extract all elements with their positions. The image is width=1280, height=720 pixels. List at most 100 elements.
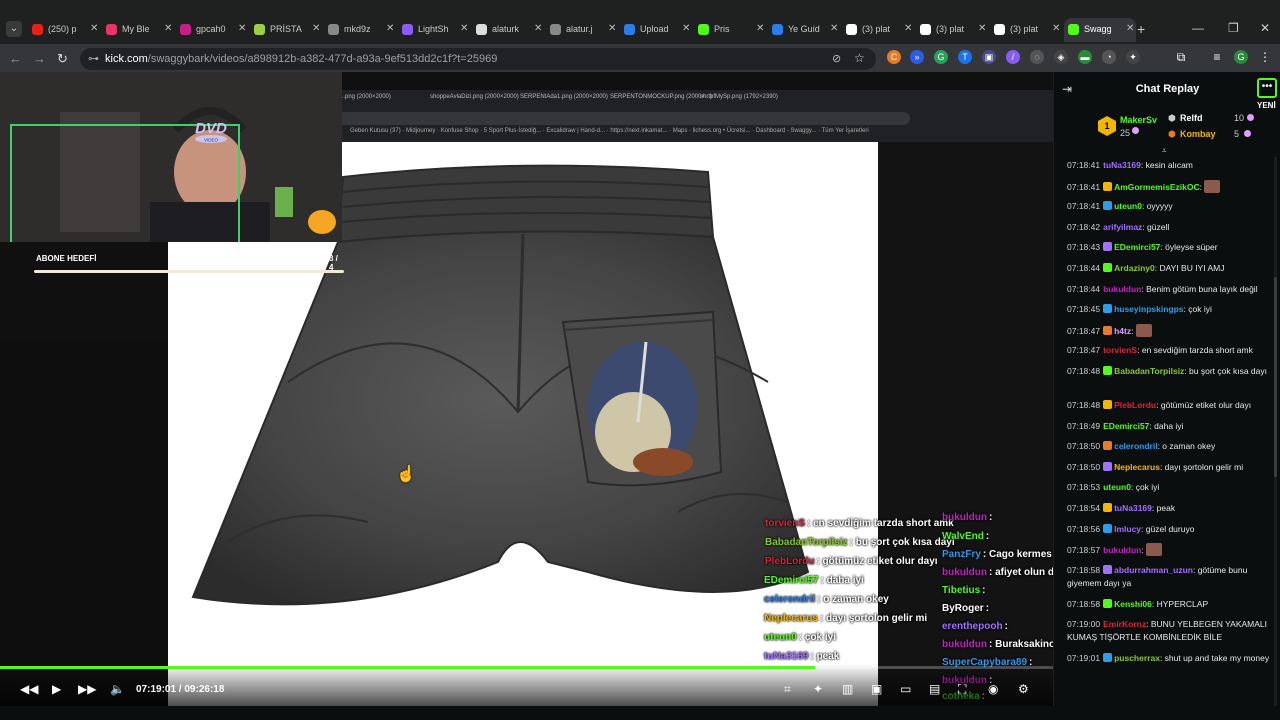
pip-icon[interactable]: ▣ [871,682,882,696]
chat-message[interactable]: 07:18:47 h4tz: [1067,323,1273,338]
minimize-icon[interactable]: — [1192,21,1204,35]
extension-icon-5[interactable]: ▣ [982,50,996,64]
chat-message[interactable]: 07:18:56 lmlucy: güzel duruyo [1067,523,1273,536]
bookmark-star-icon[interactable]: ☆ [854,51,865,65]
chat-username[interactable]: BabadanTorpilsiz [1114,366,1184,376]
tab-close-icon[interactable]: ✕ [460,23,468,34]
chat-username[interactable]: EDemirci57 [1103,421,1149,431]
chat-message[interactable]: 07:18:44 Ardaziny0: DAYI BU IYI AMJ [1067,262,1273,275]
video-player[interactable]: ...png (2000×2000) shoppeAvlaDizi.png (20… [0,72,1053,706]
browser-tab[interactable]: alatur.j ✕ [546,18,618,42]
extension-icon-11[interactable]: ✦ [1126,50,1140,64]
tab-close-icon[interactable]: ✕ [830,23,838,34]
tab-close-icon[interactable]: ✕ [1126,23,1134,34]
tab-close-icon[interactable]: ✕ [90,23,98,34]
rewind-icon[interactable]: ◀◀ [20,682,38,696]
tab-close-icon[interactable]: ✕ [608,23,616,34]
eye-off-icon[interactable]: ⊘ [832,52,841,65]
chat-username[interactable]: Kenshi06 [1114,599,1152,609]
browser-tab[interactable]: (3) plat ✕ [842,18,914,42]
extension-icon-9[interactable]: ▬ [1078,50,1092,64]
browser-tab[interactable]: LightSh ✕ [398,18,470,42]
browser-menu-icon[interactable]: ⋮ [1258,50,1272,64]
tab-close-icon[interactable]: ✕ [238,23,246,34]
tab-close-icon[interactable]: ✕ [312,23,320,34]
chat-message[interactable]: 07:18:41 uteun0: oyyyyy [1067,200,1273,213]
chat-username[interactable]: uteun0 [1114,201,1142,211]
settings-gear-icon[interactable]: ⚙ [1018,682,1029,696]
browser-tab[interactable]: PRİSTA ✕ [250,18,322,42]
clip-icon[interactable]: ⌗ [784,682,791,697]
chat-message[interactable]: 07:18:41 tuNa3169: kesin alıcam [1067,159,1273,172]
chat-message[interactable]: 07:18:41 AmGormemisEzikOC: [1067,179,1273,194]
extension-icon-1[interactable]: C [887,50,901,64]
back-icon[interactable]: ← [9,51,22,66]
new-tab-icon[interactable]: + [1137,21,1145,37]
chat-username[interactable]: puscherrax [1114,653,1160,663]
chat-message[interactable]: 07:19:01 puscherrax: shut up and take my … [1067,652,1273,665]
miniplayer-icon[interactable]: ▭ [900,682,911,696]
chat-username[interactable]: arifyilmaz [1103,222,1142,232]
site-info-icon[interactable]: ⊶ [88,52,99,65]
chat-username[interactable]: uteun0 [1103,482,1131,492]
extension-icon-8[interactable]: ◈ [1054,50,1068,64]
chat-message[interactable]: 07:18:44 bukuldun: Benim götüm buna layık… [1067,283,1273,296]
play-icon[interactable]: ▶ [52,682,61,696]
browser-tab[interactable]: mkd9z ✕ [324,18,396,42]
chat-username[interactable]: abdurrahman_uzun [1114,565,1193,575]
chat-message[interactable]: 07:18:45 huseyinpskingps: çok iyi [1067,303,1273,316]
sparkle-icon[interactable]: ✦ [813,682,823,696]
extension-icon-4[interactable]: T [958,50,972,64]
chat-message[interactable]: 07:18:43 EDemirci57: öyleyse süper [1067,241,1273,254]
chat-message[interactable]: 07:18:54 tuNa3169: peak [1067,502,1273,515]
chat-username[interactable]: Ardaziny0 [1114,263,1155,273]
seek-bar[interactable] [0,666,1053,669]
tab-close-icon[interactable]: ✕ [164,23,172,34]
chat-scroll-thumb[interactable] [1274,277,1277,477]
profile-avatar[interactable]: G [1234,50,1248,64]
chat-username[interactable]: Neplecarus [1114,462,1160,472]
chat-message[interactable]: 07:18:58 Kenshi06: HYPERCLAP [1067,598,1273,611]
chat-username[interactable]: EDemirci57 [1114,242,1160,252]
chat-message[interactable]: 07:18:50 Neplecarus: dayı şortolon gelir … [1067,461,1273,474]
top-gifter-name[interactable]: MakerSv [1120,115,1157,125]
tab-close-icon[interactable]: ✕ [978,23,986,34]
expand-chevron-icon[interactable]: ⩡ [1162,146,1167,156]
reading-list-icon[interactable]: ≡ [1210,50,1224,64]
extensions-puzzle-icon[interactable]: ⧉ [1174,50,1188,64]
chat-scrollbar[interactable] [1274,157,1277,706]
restore-icon[interactable]: ❐ [1228,21,1239,35]
tab-search-icon[interactable]: ⌄ [6,21,22,37]
url-text[interactable]: kick.com/swaggybark/videos/a898912b-a382… [105,53,497,65]
chat-username[interactable]: bukuldun [1103,284,1141,294]
chat-username[interactable]: lmlucy [1114,524,1141,534]
browser-tab[interactable]: Swagg ✕ [1064,18,1136,42]
fast-forward-icon[interactable]: ▶▶ [78,682,96,696]
chat-username[interactable]: tuNa3169 [1114,503,1152,513]
theater-icon[interactable]: ▥ [842,682,853,696]
more-options-icon[interactable]: ••• [1257,78,1277,98]
third-gifter-name[interactable]: Kombay [1180,129,1216,139]
chat-message[interactable]: 07:18:48 BabadanTorpilsiz: bu şort çok kı… [1067,365,1273,378]
chat-username[interactable]: EmirKornz [1103,619,1146,629]
chat-message[interactable]: 07:18:50 celerondril: o zaman okey [1067,440,1273,453]
forward-icon[interactable]: → [33,51,46,66]
chat-overlay-icon[interactable]: ▤ [929,682,940,696]
chat-message[interactable]: 07:18:49 EDemirci57: daha iyi [1067,420,1273,433]
browser-tab[interactable]: alaturk ✕ [472,18,544,42]
chat-username[interactable]: tuNa3169 [1103,160,1141,170]
chat-username[interactable]: torvienS [1103,345,1137,355]
record-icon[interactable]: ◉ [988,682,998,696]
chat-message[interactable]: 07:18:53 uteun0: çok iyi [1067,481,1273,494]
chat-message[interactable]: 07:18:47 torvienS: en sevdiğim tarzda sho… [1067,344,1273,357]
tab-close-icon[interactable]: ✕ [386,23,394,34]
tab-close-icon[interactable]: ✕ [534,23,542,34]
extension-icon-3[interactable]: G [934,50,948,64]
tab-close-icon[interactable]: ✕ [682,23,690,34]
browser-tab[interactable]: (250) p ✕ [28,18,100,42]
extension-icon-2[interactable]: » [910,50,924,64]
extension-icon-7[interactable]: ◌ [1030,50,1044,64]
tab-close-icon[interactable]: ✕ [1052,23,1060,34]
browser-tab[interactable]: gpcah0 ✕ [176,18,248,42]
chat-username[interactable]: bukuldun [1103,545,1141,555]
